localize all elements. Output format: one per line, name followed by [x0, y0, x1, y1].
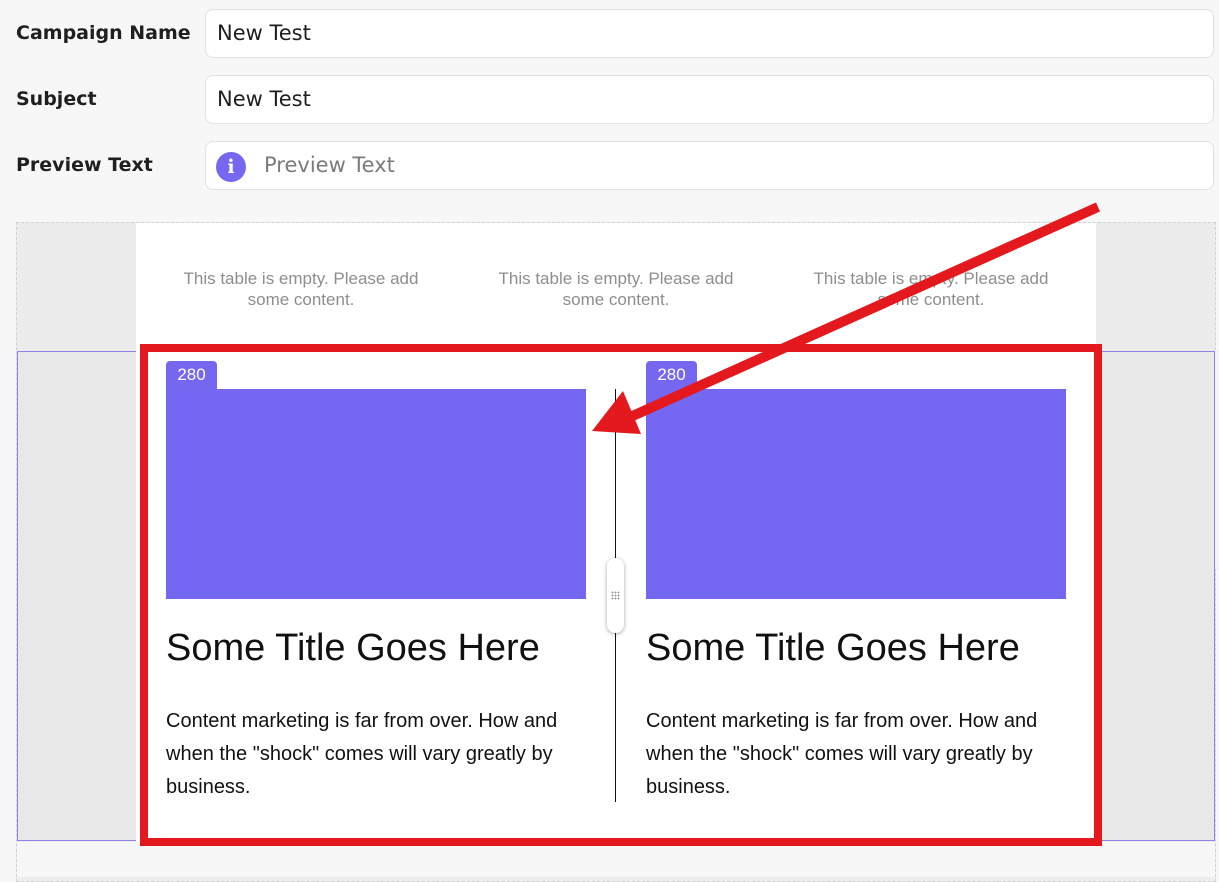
empty-table-cell[interactable]: This table is empty. Please add some con… — [171, 268, 431, 310]
subject-input[interactable] — [217, 76, 1197, 123]
subject-field[interactable] — [205, 75, 1214, 124]
campaign-name-field[interactable] — [205, 9, 1214, 58]
image-placeholder[interactable] — [166, 389, 586, 599]
canvas-lower-area — [17, 842, 1215, 877]
column-body-text[interactable]: Content marketing is far from over. How … — [646, 705, 1066, 804]
empty-table-row[interactable]: This table is empty. Please add some con… — [136, 223, 1096, 351]
subject-label: Subject — [16, 88, 97, 110]
image-placeholder[interactable] — [646, 389, 1066, 599]
info-icon[interactable]: i — [216, 152, 246, 182]
column-width-badge: 280 — [166, 361, 217, 389]
column-title[interactable]: Some Title Goes Here — [166, 627, 540, 670]
campaign-name-input[interactable] — [217, 10, 1197, 57]
column-resize-handle[interactable] — [607, 558, 624, 633]
column-title[interactable]: Some Title Goes Here — [646, 627, 1020, 670]
campaign-name-label: Campaign Name — [16, 22, 191, 44]
empty-table-cell[interactable]: This table is empty. Please add some con… — [486, 268, 746, 310]
resize-handle-icon — [611, 591, 620, 600]
column-body-text[interactable]: Content marketing is far from over. How … — [166, 705, 586, 804]
side-panel-edge — [1215, 351, 1219, 569]
preview-text-label: Preview Text — [16, 154, 153, 176]
preview-text-input[interactable] — [264, 142, 1194, 189]
empty-table-cell[interactable]: This table is empty. Please add some con… — [801, 268, 1061, 310]
preview-text-field[interactable]: i — [205, 141, 1214, 190]
column-width-badge: 280 — [646, 361, 697, 389]
